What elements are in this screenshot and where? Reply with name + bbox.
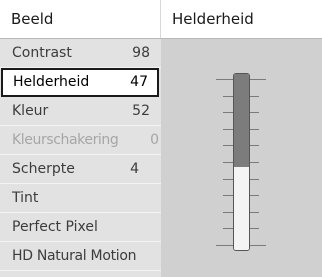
brightness-slider[interactable] xyxy=(233,73,250,251)
menu-item-label: Tint xyxy=(12,190,39,206)
menu-item-label: Contrast xyxy=(12,45,72,61)
settings-menu: Contrast 98 Helderheid 47 Kleur 52 Kleur… xyxy=(0,39,161,277)
menu-item-value: 47 xyxy=(130,74,148,90)
menu-item-value: 0 xyxy=(150,132,159,148)
menu-item-kleurschakering: Kleurschakering 0 xyxy=(0,126,161,155)
menu-item-value: 4 xyxy=(130,161,139,177)
menu-item-label: HD Natural Motion xyxy=(12,248,137,264)
menu-item-value: 98 xyxy=(132,45,150,61)
menu-item-label: Kleur xyxy=(12,103,49,119)
slider-fill xyxy=(234,167,249,250)
menu-title: Beeld xyxy=(0,0,161,38)
menu-item-scherpte[interactable]: Scherpte 4 xyxy=(0,155,161,184)
menu-item-label: Helderheid xyxy=(13,74,90,90)
tv-settings-screen: Beeld Helderheid Contrast 98 Helderheid … xyxy=(0,0,322,277)
slider-track-empty xyxy=(234,74,249,168)
menu-item-helderheid[interactable]: Helderheid 47 xyxy=(1,68,159,97)
menu-item-label: Perfect Pixel xyxy=(12,219,98,235)
slider-panel xyxy=(161,39,322,277)
menu-item-tint[interactable]: Tint xyxy=(0,184,161,213)
menu-item-contrast[interactable]: Contrast 98 xyxy=(0,39,161,68)
menu-item-perfect-pixel[interactable]: Perfect Pixel xyxy=(0,213,161,242)
menu-item-label: Scherpte xyxy=(12,161,75,177)
menu-item-label: Kleurschakering xyxy=(12,132,119,148)
menu-item-hd-natural-motion[interactable]: HD Natural Motion xyxy=(0,242,161,271)
setting-title: Helderheid xyxy=(161,0,322,38)
menu-item-kleur[interactable]: Kleur 52 xyxy=(0,97,161,126)
menu-item-value: 52 xyxy=(132,103,150,119)
